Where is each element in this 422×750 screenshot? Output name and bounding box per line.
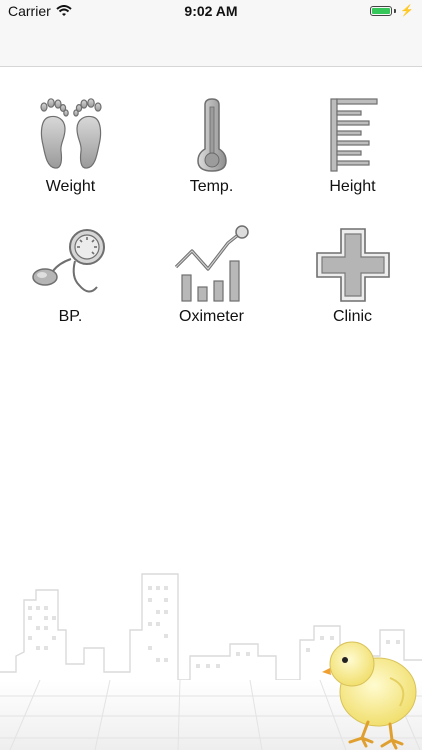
city-skyline-background [0,573,422,750]
temperature-button[interactable]: Temp. [141,95,282,203]
blood-pressure-label: BP. [58,308,83,325]
clinic-button[interactable]: Clinic [282,225,422,333]
temperature-label: Temp. [189,178,234,195]
oximeter-label: Oximeter [179,308,244,325]
weight-label: Weight [45,178,96,195]
oximeter-chart-icon [174,225,249,302]
thermometer-icon [196,98,227,172]
battery-charging-icon: ⚡ [370,4,414,17]
medical-cross-icon [315,228,390,302]
clinic-label: Clinic [332,308,373,325]
menu-grid: Weight Temp. Height BP. Oximeter Clinic [0,95,422,333]
height-button[interactable]: Height [282,95,422,203]
clock: 9:02 AM [184,3,238,19]
blood-pressure-icon [31,229,105,293]
status-bar: Carrier 9:02 AM ⚡ [0,0,422,22]
height-label: Height [329,178,376,195]
blood-pressure-button[interactable]: BP. [0,225,141,333]
height-ruler-icon [329,98,378,172]
feet-icon [39,98,102,169]
oximeter-button[interactable]: Oximeter [141,225,282,333]
navigation-bar [0,22,422,67]
weight-button[interactable]: Weight [0,95,141,203]
